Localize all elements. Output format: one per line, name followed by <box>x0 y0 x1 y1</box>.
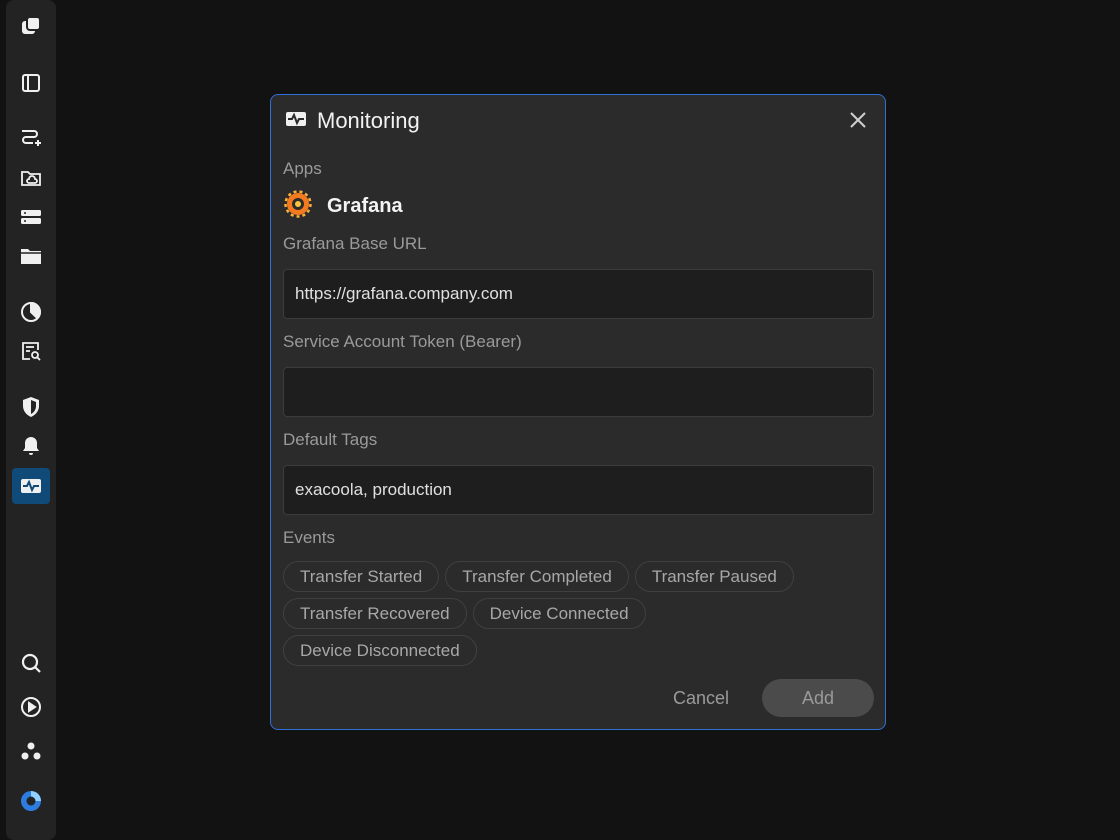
event-chip-transfer-completed[interactable]: Transfer Completed <box>445 561 629 592</box>
add-button[interactable]: Add <box>762 679 874 717</box>
search-document-icon[interactable] <box>12 333 50 369</box>
brand-icon[interactable] <box>12 783 50 819</box>
apps-label: Apps <box>283 159 322 178</box>
default-tags-label: Default Tags <box>283 430 378 449</box>
sidebar <box>6 0 56 840</box>
event-chip-device-disconnected[interactable]: Device Disconnected <box>283 635 477 666</box>
dialog-header: Monitoring <box>283 107 420 135</box>
shield-icon[interactable] <box>12 389 50 425</box>
events-label: Events <box>283 528 335 547</box>
base-url-label: Grafana Base URL <box>283 234 427 253</box>
app-logo-icon[interactable] <box>12 8 50 44</box>
token-input[interactable] <box>283 367 874 417</box>
event-chip-transfer-started[interactable]: Transfer Started <box>283 561 440 592</box>
event-chip-transfer-paused[interactable]: Transfer Paused <box>634 561 794 592</box>
event-chip-device-connected[interactable]: Device Connected <box>472 598 646 629</box>
app-grafana[interactable]: Grafana <box>283 189 403 224</box>
cluster-icon[interactable] <box>12 734 50 770</box>
dialog-title: Monitoring <box>317 108 420 133</box>
monitoring-icon <box>283 107 309 136</box>
storage-icon[interactable] <box>12 199 50 235</box>
cloud-folder-icon[interactable] <box>12 160 50 196</box>
monitoring-icon[interactable] <box>12 468 50 504</box>
route-add-icon[interactable] <box>12 119 50 155</box>
panel-icon[interactable] <box>12 65 50 101</box>
events-chips: Transfer Started Transfer Completed Tran… <box>283 561 863 672</box>
close-button[interactable] <box>847 109 869 131</box>
close-icon <box>850 112 866 128</box>
search-icon[interactable] <box>12 645 50 681</box>
play-circle-icon[interactable] <box>12 689 50 725</box>
event-chip-transfer-recovered[interactable]: Transfer Recovered <box>283 598 467 629</box>
bell-icon[interactable] <box>12 428 50 464</box>
base-url-input[interactable] <box>283 269 874 319</box>
pie-chart-icon[interactable] <box>12 294 50 330</box>
app-name: Grafana <box>327 194 403 217</box>
default-tags-input[interactable] <box>283 465 874 515</box>
monitoring-dialog: Monitoring Apps Grafana Grafana Base URL… <box>270 94 886 730</box>
cancel-button[interactable]: Cancel <box>661 681 741 715</box>
token-label: Service Account Token (Bearer) <box>283 332 522 351</box>
grafana-logo-icon <box>283 189 313 224</box>
folder-icon[interactable] <box>12 238 50 274</box>
